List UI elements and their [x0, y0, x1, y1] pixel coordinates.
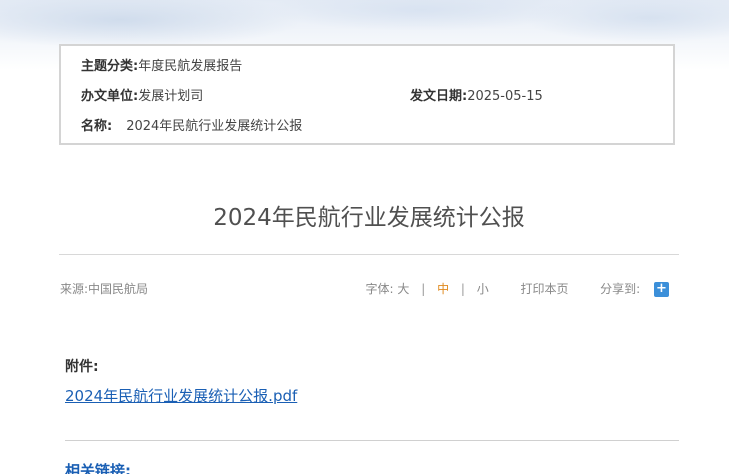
title-divider [59, 254, 679, 255]
font-size-small-button[interactable]: 小 [477, 282, 489, 296]
info-name-label: 名称: [81, 119, 113, 134]
page: 主题分类:年度民航发展报告 办文单位:发展计划司 发文日期:2025-05-15… [0, 0, 729, 474]
attachments-divider [65, 440, 679, 441]
info-office-value: 发展计划司 [138, 89, 204, 104]
info-topic-row: 主题分类:年度民航发展报告 [81, 58, 242, 76]
print-page-button[interactable]: 打印本页 [520, 282, 568, 296]
share-plus-icon[interactable]: + [654, 282, 669, 297]
font-separator: | [460, 282, 465, 296]
info-topic-value: 年度民航发展报告 [138, 59, 243, 74]
related-links-label: 相关链接: [65, 462, 131, 474]
article-toolbar: 字体: 大 | 中 | 小 打印本页 分享到: + [365, 281, 669, 297]
info-name-value: 2024年民航行业发展统计公报 [126, 119, 303, 134]
document-info-box: 主题分类:年度民航发展报告 办文单位:发展计划司 发文日期:2025-05-15… [59, 44, 675, 145]
info-date-label: 发文日期: [410, 89, 468, 104]
info-office-label: 办文单位: [81, 89, 139, 104]
attachment-pdf-link[interactable]: 2024年民航行业发展统计公报.pdf [65, 385, 297, 406]
share-label: 分享到: [600, 282, 641, 296]
info-office-row: 办文单位:发展计划司 [81, 88, 203, 106]
article-title: 2024年民航行业发展统计公报 [213, 205, 525, 231]
info-name-row: 名称: 2024年民航行业发展统计公报 [81, 118, 302, 136]
info-topic-label: 主题分类: [81, 59, 139, 74]
font-separator: | [421, 282, 426, 296]
info-date-row: 发文日期:2025-05-15 [410, 88, 543, 106]
info-date-value: 2025-05-15 [467, 89, 543, 104]
font-size-label: 字体: [365, 282, 394, 296]
attachments-label: 附件: [65, 359, 99, 375]
article-source: 来源:中国民航局 [60, 282, 149, 296]
font-size-medium-button[interactable]: 中 [437, 282, 449, 296]
font-size-large-button[interactable]: 大 [397, 282, 409, 296]
